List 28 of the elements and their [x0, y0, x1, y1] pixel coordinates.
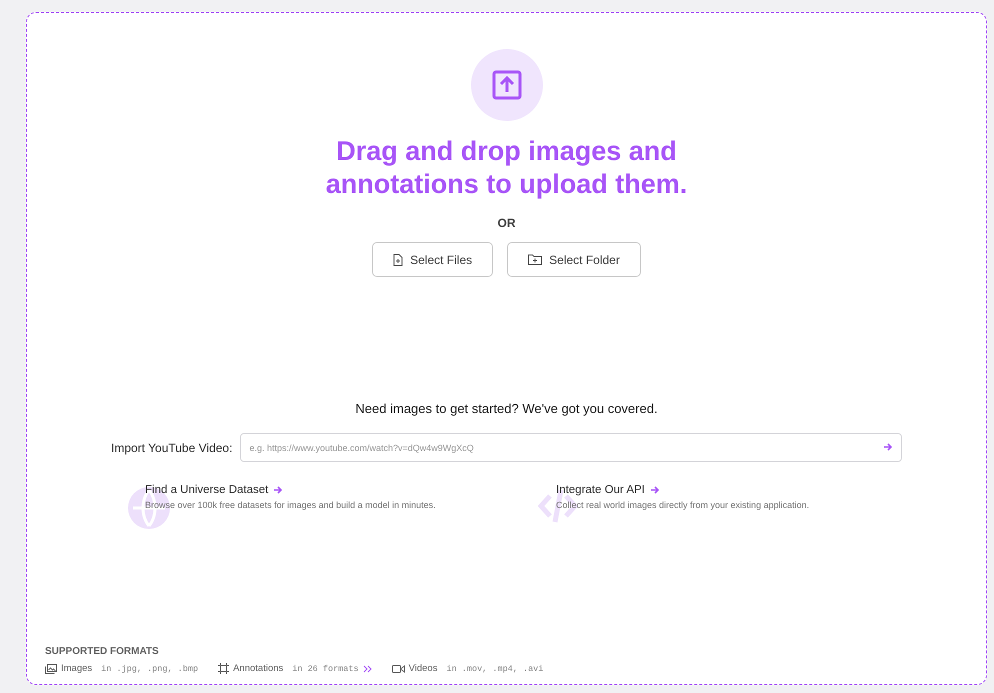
arrow-icon	[650, 485, 660, 495]
bounding-box-icon	[218, 663, 230, 674]
select-folder-button[interactable]: Select Folder	[507, 242, 641, 277]
format-name: Annotations	[233, 663, 284, 674]
image-icon	[45, 664, 57, 674]
link-title[interactable]: Integrate Our API	[556, 484, 645, 496]
format-name: Videos	[408, 663, 438, 674]
arrow-icon	[883, 442, 893, 452]
help-heading: Need images to get started? We've got you covered.	[355, 401, 658, 416]
link-description: Collect real world images directly from your existing application.	[556, 500, 810, 510]
format-detail: in .jpg, .png, .bmp	[101, 664, 198, 674]
format-detail: in 26 formats	[292, 664, 359, 674]
upload-title: Drag and drop images and annotations to upload them.	[324, 135, 688, 201]
arrow-icon	[273, 485, 284, 495]
format-name: Images	[61, 663, 92, 674]
link-title[interactable]: Find a Universe Dataset	[145, 484, 268, 496]
formats-heading: SUPPORTED FORMATS	[45, 646, 160, 657]
youtube-label: Import YouTube Video:	[111, 440, 232, 454]
video-camera-icon	[392, 664, 405, 674]
select-files-button[interactable]: Select Files	[372, 242, 494, 277]
link-description: Browse over 100k free datasets for images and build a model in minutes.	[145, 500, 437, 510]
format-detail: in .mov, .mp4, .avi	[446, 664, 544, 674]
upload-icon	[492, 70, 522, 100]
or-label: OR	[498, 216, 516, 230]
folder-icon	[528, 254, 542, 265]
youtube-url-field[interactable]: e.g. https://www.youtube.com/watch?v=dQw4w9WgXcQ	[240, 433, 902, 462]
double-chevron-icon[interactable]	[362, 664, 372, 672]
file-icon	[393, 254, 404, 266]
